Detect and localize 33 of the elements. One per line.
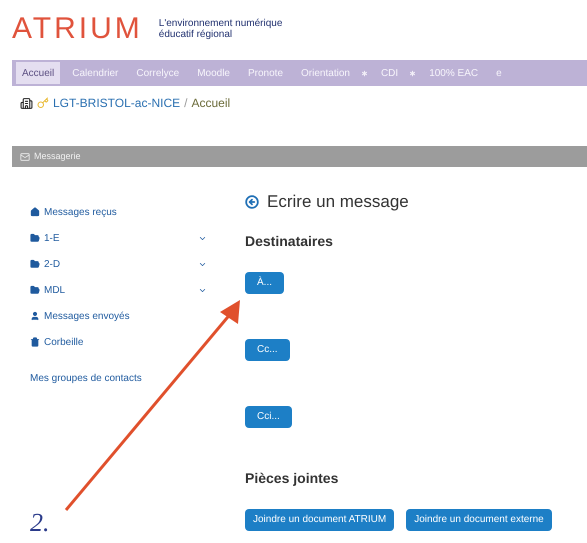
sidebar-item[interactable]: 2-D	[30, 251, 215, 277]
attach-button[interactable]: Joindre un document ATRIUM	[245, 508, 394, 530]
school-link[interactable]: LGT-BRISTOL-ac-NICE	[53, 94, 180, 112]
breadcrumb-separator: /	[184, 95, 188, 112]
contact-groups-link[interactable]: Mes groupes de contacts	[30, 371, 215, 386]
user-icon	[30, 311, 40, 321]
recipient-button[interactable]: À...	[245, 272, 284, 294]
folder-icon	[30, 259, 40, 269]
page-title: Ecrire un message	[267, 191, 409, 213]
recipient-button[interactable]: Cci...	[245, 406, 292, 428]
folder-icon	[30, 285, 40, 295]
sidebar-item[interactable]: MDL	[30, 277, 215, 303]
breadcrumb-page: Accueil	[191, 95, 230, 112]
recipients-heading: Destinataires	[245, 232, 333, 250]
logo: ATRIUM	[12, 14, 143, 44]
attach-button[interactable]: Joindre un document externe	[406, 508, 552, 530]
sidebar-item[interactable]: Corbeille	[30, 329, 215, 355]
trash-icon	[30, 337, 40, 347]
mail-icon	[20, 152, 30, 162]
sidebar-item[interactable]: 1-E	[30, 225, 215, 251]
tagline: L'environnement numérique éducatif régional	[158, 18, 284, 40]
attachments-heading: Pièces jointes	[245, 468, 338, 488]
recipient-button[interactable]: Cc...	[245, 338, 290, 360]
nav-tab[interactable]: Accueil	[16, 62, 60, 84]
sidebar-item[interactable]: Messages envoyés	[30, 303, 215, 329]
folder-icon	[30, 233, 40, 243]
home-icon	[30, 207, 40, 217]
panel-title: Messagerie	[34, 150, 81, 163]
key-icon	[37, 97, 49, 109]
sidebar-item[interactable]: Messages reçus	[30, 199, 215, 225]
handwritten-number: 2.	[30, 510, 50, 536]
school-icon	[20, 96, 33, 110]
back-icon[interactable]	[245, 194, 259, 209]
